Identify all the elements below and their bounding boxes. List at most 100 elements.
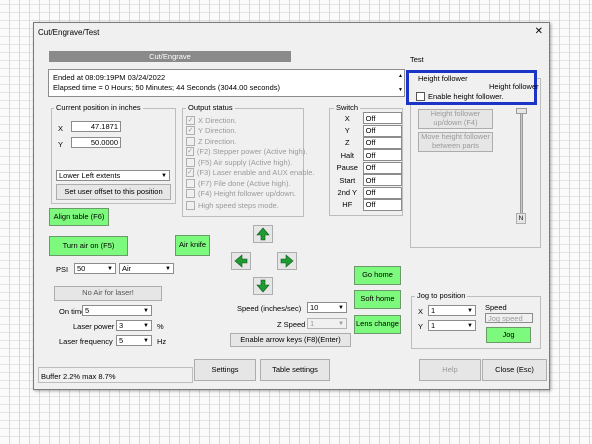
enable-height-follower-checkbox[interactable] [416,92,425,101]
gas-select[interactable]: Air ▼ [119,263,174,274]
jog-y-select[interactable]: 1 ▼ [428,320,476,331]
speed-label: Speed (inches/sec) [237,304,302,313]
laser-power-label: Laser power [73,322,115,331]
dropdown-arrow-icon: ▼ [161,172,167,179]
window-title: Cut/Engrave/Test [38,28,100,37]
lens-change-button[interactable]: Lens change [354,315,401,334]
output-status-checkbox [186,136,195,146]
jog-y-label: Y [418,322,424,331]
output-status-list: ✓ X Direction. ✓ Y Direction. Z Direction. ✓(… [186,115,314,200]
dropdown-arrow-icon: ▼ [467,322,473,329]
laser-frequency-select[interactable]: 5 ▼ [116,335,152,346]
switch-row: 2nd Y Off [332,186,402,199]
scroll-up-icon[interactable]: ▲ [398,71,403,81]
switch-value: Off [362,124,402,137]
jog-x-label: X [418,307,424,316]
output-status-checkbox: ✓ [186,168,194,178]
close-icon[interactable]: ✕ [535,26,543,37]
switch-label: Halt [340,150,354,160]
height-follower-callout: Height follower [489,82,539,91]
switch-value: Off [362,186,402,199]
switch-label: X [344,113,350,123]
output-status-checkbox: ✓ [186,147,194,157]
laser-power-unit: % [157,322,164,331]
jog-button[interactable]: Jog [486,327,531,343]
extents-select[interactable]: Lower Left extents ▼ [56,170,170,181]
output-status-checkbox [186,189,195,199]
jog-speed-input[interactable]: Jog speed [485,313,533,323]
laser-frequency-label: Laser frequency [59,337,113,346]
height-follower-updown-button[interactable]: Height follower up/down (F4) [418,109,493,129]
buffer-status: Buffer 2.2% max 8.7% [38,367,193,383]
cut-engrave-test-window: Cut/Engrave/Test ✕ Cut/Engrave Test Ende… [33,22,550,390]
jog-right-button[interactable] [277,252,297,270]
switch-value: Off [362,136,402,149]
settings-button[interactable]: Settings [194,359,256,381]
switch-label: Start [339,175,356,185]
air-knife-button[interactable]: Air knife [175,235,210,256]
dropdown-arrow-icon: ▼ [143,337,149,344]
table-settings-button[interactable]: Table settings [260,359,330,381]
switch-value: Off [362,198,402,211]
dropdown-arrow-icon: ▼ [143,307,149,314]
output-status-checkbox: ✓ [186,126,195,136]
z-speed-label: Z Speed [277,320,306,329]
laser-power-select[interactable]: 3 ▼ [116,320,152,331]
current-position-label: Current position in inches [54,103,143,112]
set-user-offset-button[interactable]: Set user offset to this position [56,184,171,200]
go-home-button[interactable]: Go home [354,266,401,285]
switch-label: Pause [336,163,358,173]
jog-down-button[interactable] [253,277,273,295]
close-button[interactable]: Close (Esc) [482,359,547,381]
scroll-down-icon[interactable]: ▼ [398,85,403,95]
soft-home-button[interactable]: Soft home [354,290,401,309]
down-arrow-icon [256,279,270,293]
y-position-value: 50.0000 [71,137,121,148]
output-status-checkbox: ✓ [186,115,195,125]
psi-label: PSI [56,265,69,274]
switch-value: Off [362,149,402,162]
log-line-elapsed: Elapsed time = 0 Hours; 50 Minutes; 44 S… [53,83,281,92]
x-position-value: 47.1871 [71,121,121,132]
on-time-select[interactable]: 5 ▼ [82,305,152,316]
height-follower-label: Height follower [416,74,470,83]
switch-label: Switch [334,103,361,112]
jog-x-select[interactable]: 1 ▼ [428,305,476,316]
dropdown-arrow-icon: ▼ [467,307,473,314]
help-button[interactable]: Help [419,359,481,381]
tab-cut-engrave[interactable]: Cut/Engrave [49,51,291,62]
right-arrow-icon [280,254,294,268]
switch-row: Halt Off [332,149,402,162]
output-status-checkbox [186,178,195,188]
output-status-item: ✓ X Direction. [186,115,237,125]
output-status-item: ✓ Y Direction. [186,126,237,136]
height-slider-n-button[interactable]: N [516,213,526,224]
turn-air-on-button[interactable]: Turn air on (F5) [49,236,128,256]
height-slider-thumb[interactable] [516,108,527,114]
laser-frequency-unit: Hz [157,337,167,346]
no-air-for-laser-button[interactable]: No Air for laser! [54,286,162,301]
switch-row: X Off [332,112,402,125]
align-table-button[interactable]: Align table (F6) [49,208,109,226]
switch-row: Z Off [332,136,402,149]
switch-row: Y Off [332,124,402,137]
psi-select[interactable]: 50 ▼ [74,263,116,274]
switch-value: Off [362,174,402,187]
jog-left-button[interactable] [231,252,251,270]
switch-value: Off [362,112,402,125]
enable-height-follower-option[interactable]: Enable height follower. [416,92,503,101]
jog-up-button[interactable] [253,225,273,243]
output-status-item: (F4) Height follower up/down. [186,189,304,200]
speed-select[interactable]: 10 ▼ [307,302,347,313]
switch-list: X Off Y Off Z Off Halt Off Pause Off Start Off 2nd Y… [332,112,402,211]
tab-test[interactable]: Test [410,55,424,64]
switch-row: Pause Off [332,161,402,174]
z-speed-select[interactable]: 1 ▼ [307,318,347,329]
high-speed-checkbox [186,201,195,210]
height-slider-track [520,113,523,217]
left-arrow-icon [234,254,248,268]
switch-row: HF Off [332,198,402,211]
y-position-label: Y [58,140,64,149]
move-height-follower-button[interactable]: Move height follower between parts [418,132,493,152]
enable-arrow-keys-button[interactable]: Enable arrow keys (F8)(Enter) [230,333,351,347]
